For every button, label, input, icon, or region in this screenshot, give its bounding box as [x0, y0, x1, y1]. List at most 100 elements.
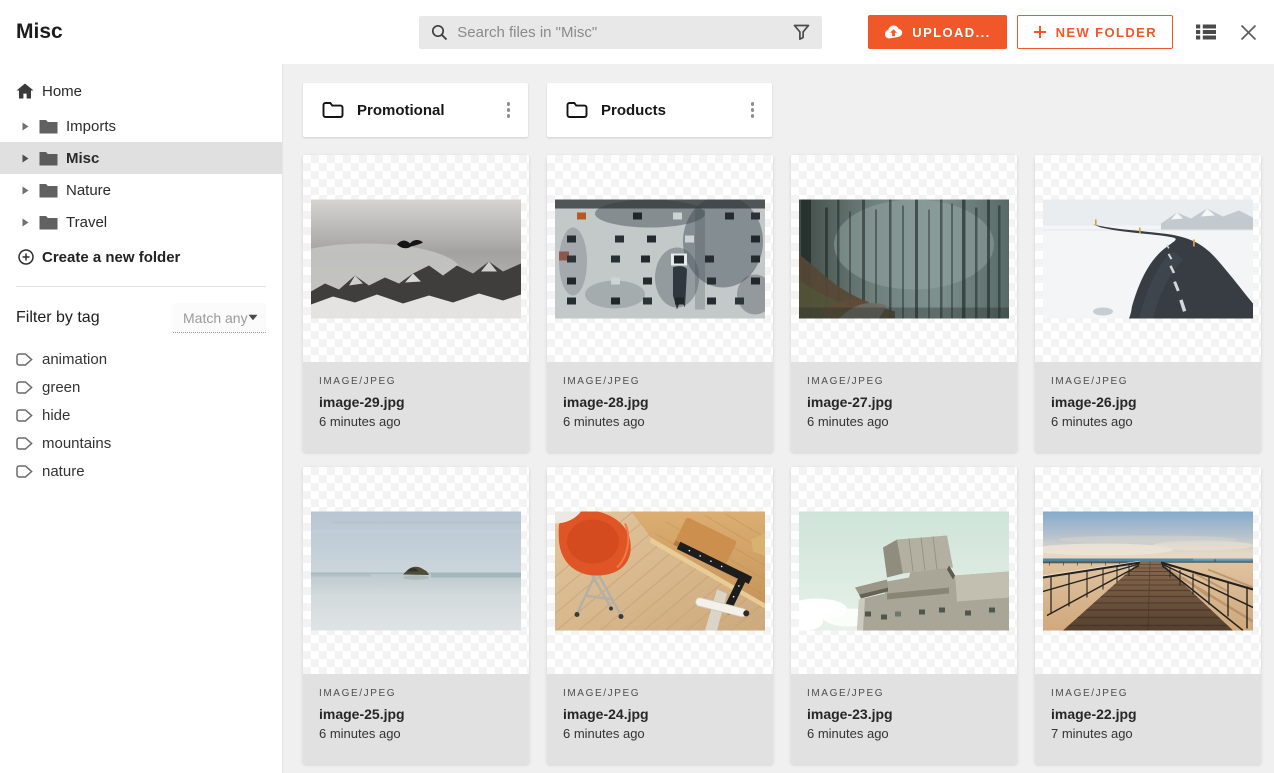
file-card-image-27[interactable]: IMAGE/JPEG image-27.jpg 6 minutes ago — [791, 155, 1017, 452]
tag-label: mountains — [42, 435, 111, 452]
tag-item-green[interactable]: green — [0, 373, 282, 401]
file-time: 6 minutes ago — [563, 414, 757, 429]
file-meta: IMAGE/JPEG image-26.jpg 6 minutes ago — [1035, 362, 1261, 452]
file-type-label: IMAGE/JPEG — [1051, 376, 1245, 387]
upload-button-label: UPLOAD... — [912, 25, 990, 40]
home-icon — [16, 83, 34, 99]
tag-item-nature[interactable]: nature — [0, 457, 282, 485]
match-mode-select[interactable]: Match any — [173, 303, 266, 333]
filter-icon[interactable] — [793, 24, 810, 40]
sidebar-home-label: Home — [42, 83, 82, 100]
sidebar-item-imports[interactable]: Imports — [0, 110, 282, 142]
tag-item-mountains[interactable]: mountains — [0, 429, 282, 457]
tag-item-hide[interactable]: hide — [0, 401, 282, 429]
file-meta: IMAGE/JPEG image-25.jpg 6 minutes ago — [303, 674, 529, 764]
thumbnail-transparency-checker — [303, 467, 529, 674]
thumbnail-transparency-checker — [1035, 155, 1261, 362]
folder-outline-icon — [566, 101, 588, 119]
tag-label: green — [42, 379, 80, 396]
chevron-right-icon[interactable] — [22, 186, 31, 195]
file-card-image-26[interactable]: IMAGE/JPEG image-26.jpg 6 minutes ago — [1035, 155, 1261, 452]
folder-icon — [39, 151, 58, 166]
file-card-image-28[interactable]: IMAGE/JPEG image-28.jpg 6 minutes ago — [547, 155, 773, 452]
file-time: 6 minutes ago — [807, 414, 1001, 429]
thumbnail-image-26 — [1043, 199, 1253, 318]
main-content: Promotional Products — [283, 64, 1274, 773]
thumbnail-image-29 — [311, 199, 521, 318]
file-card-image-29[interactable]: IMAGE/JPEG image-29.jpg 6 minutes ago — [303, 155, 529, 452]
plus-circle-icon — [18, 249, 34, 265]
folder-menu-button[interactable] — [501, 96, 517, 124]
file-meta: IMAGE/JPEG image-24.jpg 6 minutes ago — [547, 674, 773, 764]
folder-icon — [39, 183, 58, 198]
page-title: Misc — [16, 20, 63, 44]
thumbnail-transparency-checker — [547, 155, 773, 362]
tag-icon — [16, 409, 33, 422]
file-card-image-24[interactable]: IMAGE/JPEG image-24.jpg 6 minutes ago — [547, 467, 773, 764]
file-name: image-23.jpg — [807, 706, 1001, 722]
new-folder-button-label: NEW FOLDER — [1056, 25, 1157, 40]
sidebar-item-misc[interactable]: Misc — [0, 142, 282, 174]
thumbnail-image-27 — [799, 199, 1009, 318]
folder-icon — [39, 119, 58, 134]
search-bar[interactable] — [419, 16, 822, 49]
file-name: image-29.jpg — [319, 394, 513, 410]
chevron-right-icon[interactable] — [22, 154, 31, 163]
sidebar-item-label: Nature — [66, 182, 111, 199]
chevron-right-icon[interactable] — [22, 218, 31, 227]
file-type-label: IMAGE/JPEG — [807, 376, 1001, 387]
file-type-label: IMAGE/JPEG — [319, 376, 513, 387]
file-card-image-23[interactable]: IMAGE/JPEG image-23.jpg 6 minutes ago — [791, 467, 1017, 764]
tag-label: hide — [42, 407, 70, 424]
chevron-right-icon[interactable] — [22, 122, 31, 131]
file-meta: IMAGE/JPEG image-23.jpg 6 minutes ago — [791, 674, 1017, 764]
folder-menu-button[interactable] — [745, 96, 761, 124]
thumbnail-transparency-checker — [791, 467, 1017, 674]
tag-icon — [16, 381, 33, 394]
file-time: 6 minutes ago — [807, 726, 1001, 741]
folder-card-products[interactable]: Products — [547, 83, 772, 137]
tag-icon — [16, 465, 33, 478]
new-folder-button[interactable]: NEW FOLDER — [1017, 15, 1173, 49]
folder-name: Products — [601, 102, 666, 119]
file-name: image-24.jpg — [563, 706, 757, 722]
sidebar-item-travel[interactable]: Travel — [0, 206, 282, 238]
sidebar-item-label: Misc — [66, 150, 99, 167]
thumbnail-transparency-checker — [791, 155, 1017, 362]
file-type-label: IMAGE/JPEG — [1051, 688, 1245, 699]
file-type-label: IMAGE/JPEG — [319, 688, 513, 699]
sidebar-item-home[interactable]: Home — [0, 76, 282, 106]
file-time: 6 minutes ago — [1051, 414, 1245, 429]
file-type-label: IMAGE/JPEG — [807, 688, 1001, 699]
thumbnail-transparency-checker — [303, 155, 529, 362]
cloud-upload-icon — [884, 25, 903, 39]
filter-by-tag-heading: Filter by tag — [16, 309, 100, 327]
sidebar-item-nature[interactable]: Nature — [0, 174, 282, 206]
file-time: 6 minutes ago — [319, 414, 513, 429]
thumbnail-image-28 — [555, 199, 765, 318]
folder-name: Promotional — [357, 102, 445, 119]
thumbnail-transparency-checker — [1035, 467, 1261, 674]
tag-item-animation[interactable]: animation — [0, 345, 282, 373]
tag-icon — [16, 353, 33, 366]
sidebar-item-label: Imports — [66, 118, 116, 135]
folder-card-promotional[interactable]: Promotional — [303, 83, 528, 137]
create-folder-button[interactable]: Create a new folder — [0, 240, 282, 274]
file-card-image-22[interactable]: IMAGE/JPEG image-22.jpg 7 minutes ago — [1035, 467, 1261, 764]
upload-button[interactable]: UPLOAD... — [868, 15, 1006, 49]
thumbnail-image-23 — [799, 511, 1009, 630]
file-card-image-25[interactable]: IMAGE/JPEG image-25.jpg 6 minutes ago — [303, 467, 529, 764]
folder-outline-icon — [322, 101, 344, 119]
file-name: image-26.jpg — [1051, 394, 1245, 410]
search-input[interactable] — [457, 24, 784, 41]
file-name: image-28.jpg — [563, 394, 757, 410]
tag-label: animation — [42, 351, 107, 368]
thumbnail-image-22 — [1043, 511, 1253, 630]
thumbnail-image-24 — [555, 511, 765, 630]
close-icon[interactable] — [1240, 24, 1257, 41]
match-mode-value: Match any — [183, 310, 248, 326]
sidebar-item-label: Travel — [66, 214, 107, 231]
plus-icon — [1033, 25, 1047, 39]
header: Misc UPLOAD... NEW FOLDER — [0, 0, 1274, 64]
list-view-toggle-icon[interactable] — [1196, 24, 1216, 40]
